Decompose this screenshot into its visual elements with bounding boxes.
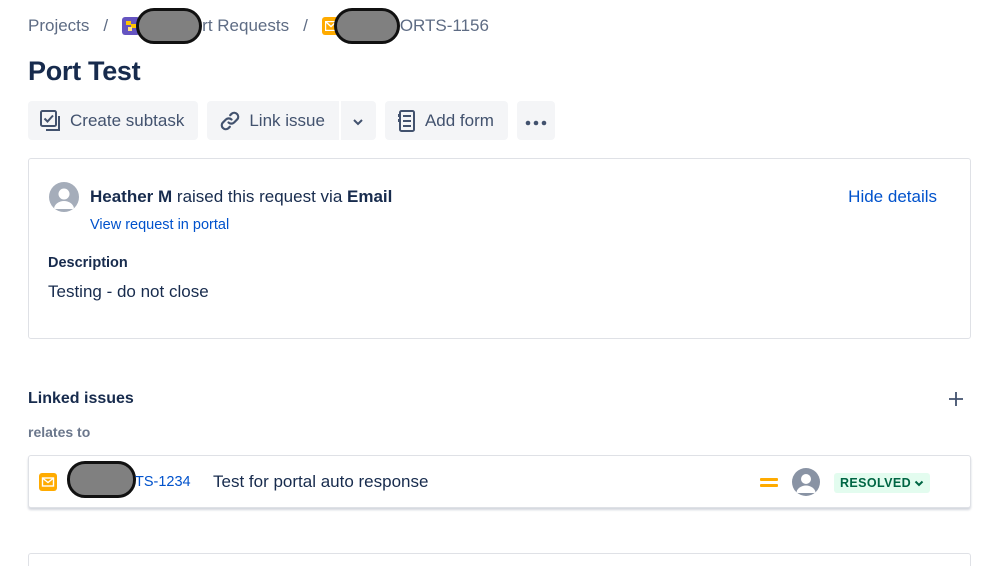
breadcrumb-projects[interactable]: Projects (28, 16, 89, 36)
breadcrumb-separator: / (103, 16, 109, 35)
chevron-down-icon (914, 480, 924, 486)
subtask-icon (40, 109, 62, 132)
raised-by-line: Heather M raised this request via Email (90, 187, 392, 207)
link-issue-dropdown-button[interactable] (338, 101, 376, 140)
linked-issue-key[interactable]: TS-1234 (135, 474, 191, 490)
redacted-project-name (136, 8, 203, 44)
create-subtask-button[interactable]: Create subtask (28, 101, 199, 140)
user-icon (796, 474, 816, 493)
next-section-card (28, 553, 971, 566)
add-form-label: Add form (424, 110, 494, 130)
more-actions-button[interactable] (516, 101, 555, 140)
breadcrumb-project[interactable]: rt Requests (202, 16, 289, 36)
form-icon (397, 109, 417, 133)
add-form-button[interactable]: Add form (384, 101, 508, 140)
redacted-issue-prefix (333, 8, 400, 44)
add-linked-issue-button[interactable] (946, 389, 966, 409)
chevron-down-icon (352, 111, 364, 131)
link-issue-button[interactable]: Link issue (207, 101, 339, 140)
relation-type-label: relates to (28, 424, 91, 440)
reporter-avatar[interactable] (49, 182, 79, 212)
assignee-avatar[interactable] (792, 468, 820, 496)
request-channel: Email (347, 187, 393, 206)
redacted-issue-prefix (67, 461, 136, 498)
linked-issue-summary[interactable]: Test for portal auto response (213, 472, 428, 492)
create-subtask-label: Create subtask (70, 110, 185, 130)
priority-medium-icon (760, 475, 778, 489)
status-label: RESOLVED (840, 476, 912, 490)
more-icon (525, 111, 547, 131)
description-text[interactable]: Testing - do not close (48, 282, 209, 302)
issue-toolbar: Create subtask Link issue Add form (28, 101, 555, 140)
status-badge[interactable]: RESOLVED (834, 473, 931, 493)
email-request-icon (39, 473, 57, 496)
raised-text: raised this request via (172, 187, 347, 206)
reporter-name[interactable]: Heather M (90, 187, 172, 206)
request-details-card: Heather M raised this request via Email … (28, 158, 971, 339)
user-icon (54, 188, 74, 209)
breadcrumb: Projects / rt Requests / ORTS-1156 (28, 8, 489, 44)
breadcrumb-separator: / (303, 16, 308, 35)
link-issue-label: Link issue (249, 110, 325, 130)
linked-issue-row[interactable]: TS-1234 Test for portal auto response RE… (28, 455, 971, 508)
page-title[interactable]: Port Test (28, 56, 141, 87)
hide-details-button[interactable]: Hide details (848, 187, 937, 207)
link-issue-split-button: Link issue (207, 101, 376, 140)
description-label: Description (48, 255, 128, 271)
link-icon (219, 110, 241, 132)
linked-issues-heading: Linked issues (28, 390, 134, 407)
view-request-in-portal-link[interactable]: View request in portal (90, 217, 229, 233)
plus-icon (949, 392, 963, 406)
breadcrumb-issue-key[interactable]: ORTS-1156 (400, 16, 489, 36)
